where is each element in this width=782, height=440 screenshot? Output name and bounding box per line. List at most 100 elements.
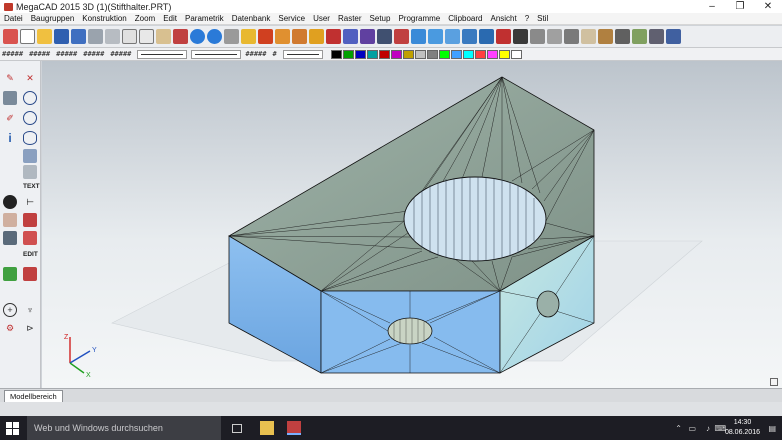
color-swatch[interactable] xyxy=(510,49,522,59)
text-tool-label[interactable]: TEXT xyxy=(23,183,40,190)
move-3d-icon[interactable] xyxy=(394,29,409,44)
spline-icon[interactable] xyxy=(360,29,375,44)
color-label[interactable]: ##### xyxy=(56,50,77,58)
color-swatch[interactable] xyxy=(330,49,342,59)
move-icon[interactable] xyxy=(258,29,273,44)
open-folder-icon[interactable] xyxy=(37,29,52,44)
cylinder-2-icon[interactable] xyxy=(547,29,562,44)
solid-wedge-icon[interactable] xyxy=(428,29,443,44)
mirror-icon[interactable] xyxy=(292,29,307,44)
taskbar-search[interactable]: Web und Windows durchsuchen xyxy=(27,416,221,440)
monitor-icon[interactable] xyxy=(3,91,17,105)
color-swatch[interactable] xyxy=(366,49,378,59)
solid-cylinder-icon[interactable] xyxy=(445,29,460,44)
color-swatch[interactable] xyxy=(426,49,438,59)
close-button[interactable]: ✕ xyxy=(754,0,782,13)
grid-view-icon[interactable] xyxy=(615,29,630,44)
menu-edit[interactable]: Edit xyxy=(159,14,181,23)
pin-icon[interactable]: ♆ xyxy=(23,303,37,317)
pen-label[interactable]: ##### xyxy=(83,50,104,58)
notification-icon[interactable]: ▤ xyxy=(768,424,776,433)
bisect-icon[interactable]: ⊳ xyxy=(23,321,37,335)
solid-sphere-icon[interactable] xyxy=(462,29,477,44)
color-swatch[interactable] xyxy=(402,49,414,59)
menu-programme[interactable]: Programme xyxy=(394,14,444,23)
document-icon[interactable] xyxy=(23,231,37,245)
solid-union-icon[interactable] xyxy=(479,29,494,44)
file-explorer-icon[interactable] xyxy=(260,421,274,435)
snap-icon[interactable] xyxy=(3,29,18,44)
linetype-select[interactable] xyxy=(137,49,188,59)
menu-datenbank[interactable]: Datenbank xyxy=(228,14,275,23)
hash-label[interactable]: # xyxy=(272,50,276,58)
image-icon[interactable] xyxy=(23,267,37,281)
pick-point-icon[interactable]: ✎ xyxy=(3,71,17,85)
menu-datei[interactable]: Datei xyxy=(0,14,27,23)
print-icon[interactable] xyxy=(88,29,103,44)
opel-icon[interactable] xyxy=(581,29,596,44)
gear-icon[interactable]: ⚙ xyxy=(3,321,17,335)
insert-icon[interactable] xyxy=(3,267,17,281)
group-label[interactable]: ##### xyxy=(245,50,266,58)
menu-konstruktion[interactable]: Konstruktion xyxy=(78,14,130,23)
block-icon[interactable] xyxy=(241,29,256,44)
drawing-viewport[interactable]: Z Y X xyxy=(42,61,782,388)
menu-zoom[interactable]: Zoom xyxy=(131,14,159,23)
cylinder-icon[interactable] xyxy=(530,29,545,44)
maximize-button[interactable]: ❐ xyxy=(726,0,754,13)
cross-icon[interactable]: ✕ xyxy=(23,71,37,85)
text-style-icon[interactable] xyxy=(23,165,37,179)
paste-icon[interactable] xyxy=(156,29,171,44)
arc-icon[interactable] xyxy=(23,111,37,125)
layer-label[interactable]: ##### xyxy=(110,50,131,58)
menu-ansicht[interactable]: Ansicht xyxy=(486,14,520,23)
solid-box-icon[interactable] xyxy=(411,29,426,44)
windows-start-icon[interactable] xyxy=(6,422,19,435)
ellipse-icon[interactable] xyxy=(23,131,37,145)
measure-icon[interactable] xyxy=(326,29,341,44)
target-icon[interactable]: + xyxy=(3,303,17,317)
settings-icon[interactable] xyxy=(649,29,664,44)
menu-stil[interactable]: Stil xyxy=(533,14,552,23)
new-file-icon[interactable] xyxy=(20,29,35,44)
checklist-icon[interactable] xyxy=(632,29,647,44)
minimize-button[interactable]: – xyxy=(698,0,726,13)
cube-icon[interactable] xyxy=(513,29,528,44)
save-as-icon[interactable] xyxy=(71,29,86,44)
delete-icon[interactable] xyxy=(122,29,137,44)
stretch-icon[interactable] xyxy=(377,29,392,44)
user-icon[interactable] xyxy=(666,29,681,44)
copy-icon[interactable] xyxy=(139,29,154,44)
menu-user[interactable]: User xyxy=(309,14,334,23)
menu-help[interactable]: ? xyxy=(521,14,533,23)
pen-icon[interactable] xyxy=(173,29,188,44)
style-select[interactable] xyxy=(282,49,323,59)
layer-icon[interactable] xyxy=(224,29,239,44)
opel-small-icon[interactable] xyxy=(3,213,17,227)
redo-icon[interactable] xyxy=(207,29,222,44)
color-swatch[interactable] xyxy=(438,49,450,59)
tray-chevron-icon[interactable]: ⌃ xyxy=(675,424,682,433)
edit-tool-label[interactable]: EDIT xyxy=(23,251,38,258)
fillet-icon[interactable] xyxy=(343,29,358,44)
edit-pen-icon[interactable]: ✐ xyxy=(3,111,17,125)
network-icon[interactable]: ▭ xyxy=(688,424,696,433)
print-preview-icon[interactable] xyxy=(105,29,120,44)
edit-drawing-icon[interactable] xyxy=(598,29,613,44)
solid-subtract-icon[interactable] xyxy=(496,29,511,44)
color-swatch[interactable] xyxy=(342,49,354,59)
box-3d-icon[interactable] xyxy=(23,149,37,163)
circle-center-icon[interactable] xyxy=(23,91,37,105)
color-swatch[interactable] xyxy=(378,49,390,59)
task-view-icon[interactable] xyxy=(232,424,242,433)
color-swatch[interactable] xyxy=(498,49,510,59)
viewport-corner-button[interactable] xyxy=(770,378,778,386)
volume-icon[interactable]: ♪ xyxy=(706,424,710,433)
menu-clipboard[interactable]: Clipboard xyxy=(444,14,486,23)
taskbar-clock[interactable]: 14:30 08.06.2016 xyxy=(725,418,760,438)
color-swatch[interactable] xyxy=(462,49,474,59)
color-swatch[interactable] xyxy=(474,49,486,59)
linetype-label[interactable]: ##### xyxy=(2,50,23,58)
undo-icon[interactable] xyxy=(190,29,205,44)
color-swatch[interactable] xyxy=(354,49,366,59)
